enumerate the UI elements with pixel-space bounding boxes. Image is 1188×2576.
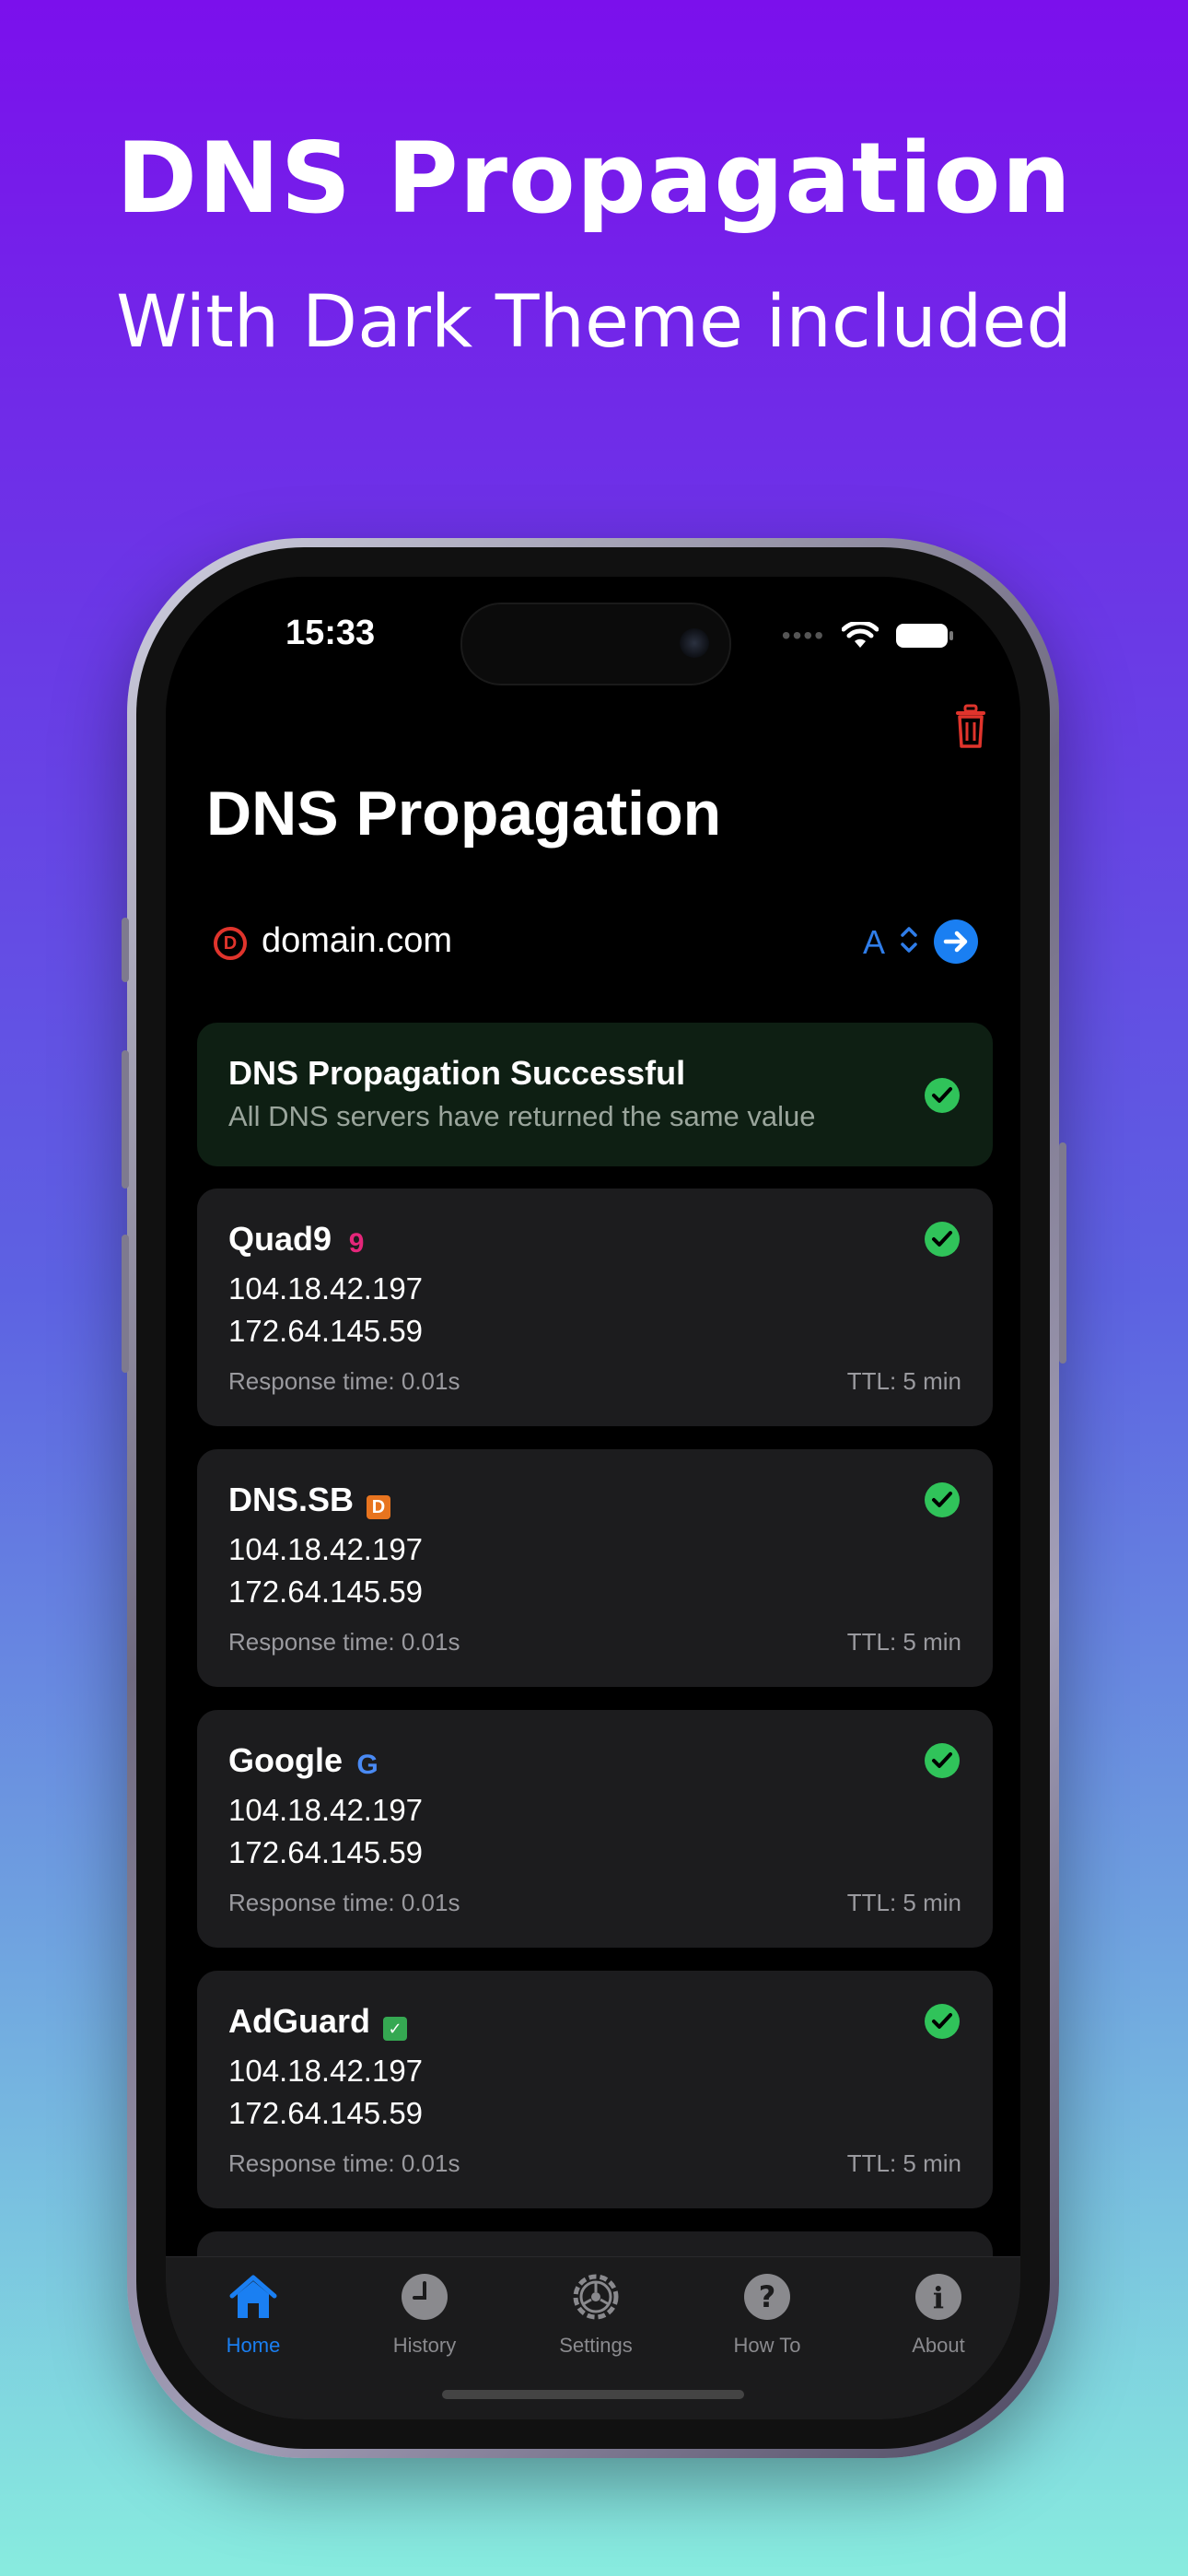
svg-text:?: ? — [759, 2279, 776, 2314]
tab-how-to[interactable]: ? How To — [698, 2270, 836, 2358]
tab-history[interactable]: History — [355, 2270, 494, 2358]
propagation-status-card: DNS Propagation Successful All DNS serve… — [197, 1023, 993, 1166]
tab-bar: Home History Settings ? How To i About — [166, 2256, 1020, 2419]
check-icon — [925, 1743, 960, 1778]
camera-icon — [680, 628, 709, 658]
server-name: DNS.SB D — [228, 1481, 391, 1519]
clock-icon — [402, 2274, 448, 2320]
promo-subline: With Dark Theme included — [116, 281, 1072, 364]
tab-label: Settings — [559, 2334, 633, 2357]
domain-input[interactable]: domain.com — [262, 921, 452, 961]
battery-icon — [896, 624, 953, 648]
volume-down-button — [122, 1235, 129, 1373]
status-icons: •••• — [782, 621, 954, 650]
ip-address: 104.18.42.197 — [228, 1271, 424, 1306]
quad9-logo-icon: 9 — [348, 1228, 365, 1259]
ttl-value: TTL: 5 min — [846, 2149, 961, 2177]
response-time: Response time: 0.01s — [228, 1628, 460, 1656]
home-indicator[interactable] — [442, 2390, 744, 2399]
server-name: Google G — [228, 1741, 379, 1780]
signal-dots-icon: •••• — [781, 621, 825, 650]
ip-address: 172.64.145.59 — [228, 1314, 424, 1348]
check-icon — [925, 1482, 960, 1517]
google-logo-icon: G — [356, 1750, 379, 1780]
info-icon: i — [915, 2274, 961, 2320]
adguard-logo-icon: ✓ — [383, 2017, 408, 2041]
response-time: Response time: 0.01s — [228, 1889, 460, 1916]
question-icon: ? — [744, 2274, 790, 2320]
phone-screen: 15:33 •••• DNS Propagation D domain.com … — [166, 577, 1020, 2419]
trash-icon[interactable] — [952, 704, 989, 750]
check-icon — [925, 2004, 960, 2039]
svg-text:i: i — [933, 2280, 944, 2315]
search-go-button[interactable] — [934, 919, 978, 964]
page-title: DNS Propagation — [206, 779, 722, 849]
gear-icon — [573, 2274, 619, 2320]
power-button — [1059, 1142, 1066, 1364]
response-time: Response time: 0.01s — [228, 1367, 460, 1395]
tab-label: Home — [226, 2334, 281, 2357]
ip-address: 104.18.42.197 — [228, 2054, 424, 2088]
domain-icon: D — [214, 927, 247, 960]
ttl-value: TTL: 5 min — [846, 1889, 961, 1916]
ip-address: 172.64.145.59 — [228, 2096, 424, 2130]
server-name: Quad9 9 — [228, 1220, 368, 1259]
ttl-value: TTL: 5 min — [846, 1367, 961, 1395]
dynamic-island — [460, 603, 731, 685]
status-time: 15:33 — [285, 614, 376, 652]
ip-address: 104.18.42.197 — [228, 1793, 424, 1827]
chevron-updown-icon[interactable] — [895, 919, 923, 960]
server-card-adguard[interactable]: AdGuard ✓ 104.18.42.197 172.64.145.59 Res… — [197, 1971, 993, 2208]
status-subtitle: All DNS servers have returned the same v… — [228, 1100, 816, 1132]
tab-label: About — [912, 2334, 965, 2357]
tab-label: History — [392, 2334, 457, 2357]
dnssb-logo-icon: D — [367, 1495, 391, 1519]
action-button — [122, 918, 129, 982]
house-icon — [229, 2275, 277, 2318]
tab-home[interactable]: Home — [184, 2270, 322, 2358]
wifi-icon — [842, 622, 879, 648]
ip-address: 172.64.145.59 — [228, 1575, 424, 1609]
ttl-value: TTL: 5 min — [846, 1628, 961, 1656]
domain-search-row: D domain.com A — [214, 918, 978, 973]
tab-settings[interactable]: Settings — [527, 2270, 665, 2358]
response-time: Response time: 0.01s — [228, 2149, 460, 2177]
arrow-right-icon — [943, 931, 968, 953]
server-card-quad9[interactable]: Quad9 9 104.18.42.197 172.64.145.59 Respo… — [197, 1188, 993, 1426]
record-type-picker[interactable]: A — [863, 923, 885, 962]
tab-label: How To — [733, 2334, 801, 2357]
check-icon — [925, 1078, 960, 1113]
server-card-dnssb[interactable]: DNS.SB D 104.18.42.197 172.64.145.59 Resp… — [197, 1449, 993, 1687]
ip-address: 172.64.145.59 — [228, 1835, 424, 1869]
ip-address: 104.18.42.197 — [228, 1532, 424, 1566]
check-icon — [925, 1222, 960, 1257]
volume-up-button — [122, 1050, 129, 1188]
tab-about[interactable]: i About — [869, 2270, 1007, 2358]
server-card-google[interactable]: Google G 104.18.42.197 172.64.145.59 Resp… — [197, 1710, 993, 1948]
status-title: DNS Propagation Successful — [228, 1054, 686, 1092]
promo-headline: DNS Propagation — [116, 122, 1072, 235]
server-name: AdGuard ✓ — [228, 2002, 408, 2041]
